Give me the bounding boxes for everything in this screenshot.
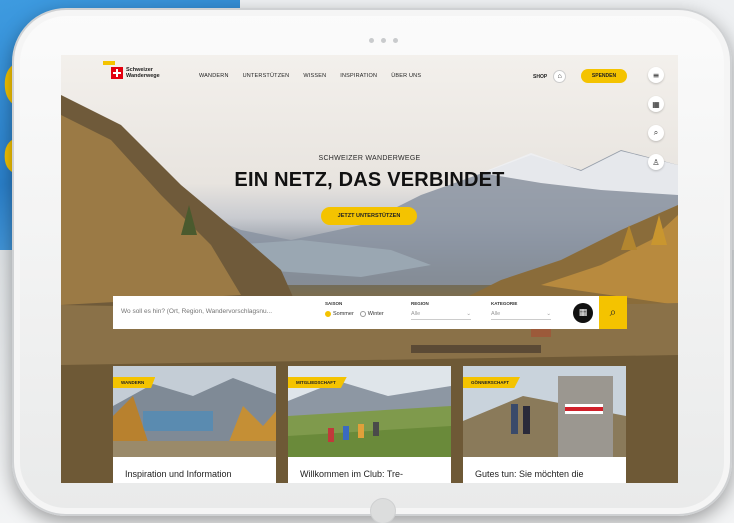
region-select[interactable]: Alle ⌄ (411, 311, 471, 320)
shop-label[interactable]: SHOP (533, 74, 547, 80)
nav-item-unterstuetzen[interactable]: UNTERSTÜTZEN (243, 73, 290, 79)
menu-icon[interactable]: ≡ (648, 67, 664, 83)
season-winter-radio[interactable]: Winter (359, 311, 384, 317)
card-goennerschaft[interactable]: GÖNNERSCHAFT Gutes tun: Sie möchten die (463, 366, 626, 483)
logo[interactable]: Schweizer Wanderwege (103, 61, 160, 79)
nav-item-inspiration[interactable]: INSPIRATION (340, 73, 377, 79)
card-wandern[interactable]: WANDERN Inspiration und Information (113, 366, 276, 483)
card-title: Gutes tun: Sie möchten die (475, 469, 584, 479)
card-title: Inspiration und Information (125, 469, 232, 479)
category-select[interactable]: Alle ⌄ (491, 311, 551, 320)
cart-icon[interactable]: ⌂ (553, 70, 567, 83)
map-view-button[interactable]: ▦ (573, 303, 593, 323)
swiss-flag-icon (103, 61, 123, 79)
season-filter: SAISON Sommer Winter (325, 301, 384, 317)
shop-link[interactable]: SHOP ⌂ (533, 70, 567, 83)
card-title: Willkommen im Club: Tre- (300, 469, 404, 479)
nav-item-wandern[interactable]: WANDERN (199, 73, 229, 79)
search-button[interactable]: ⌕ (599, 296, 627, 329)
nav-item-ueber-uns[interactable]: ÜBER UNS (391, 73, 421, 79)
tablet-screen: Schweizer Wanderwege WANDERN UNTERSTÜTZE… (61, 55, 678, 483)
nav-item-wissen[interactable]: WISSEN (303, 73, 326, 79)
hero-headline: EIN NETZ, DAS VERBINDET (234, 169, 505, 191)
chevron-down-icon: ⌄ (466, 311, 471, 317)
search-input[interactable] (121, 308, 311, 315)
card-tag: WANDERN (113, 377, 156, 388)
region-label: REGION (411, 301, 429, 306)
search-icon[interactable]: ⌕ (648, 125, 664, 141)
hero-kicker: SCHWEIZER WANDERWEGE (318, 155, 421, 162)
chevron-down-icon: ⌄ (546, 311, 551, 317)
season-summer-radio[interactable]: Sommer (325, 311, 354, 317)
card-tag: GÖNNERSCHAFT (463, 377, 520, 388)
season-label: SAISON (325, 301, 343, 306)
region-filter: REGION Alle ⌄ (411, 301, 471, 320)
card-tag: MITGLIEDSCHAFT (288, 377, 347, 388)
category-label: KATEGORIE (491, 301, 518, 306)
logo-text: Schweizer Wanderwege (126, 67, 160, 79)
hike-search-bar: SAISON Sommer Winter REGION Alle⌄ KATEGO… (113, 296, 627, 329)
card-image: GÖNNERSCHAFT (463, 366, 626, 457)
donate-button[interactable]: SPENDEN (581, 69, 627, 83)
home-button[interactable] (370, 498, 396, 523)
card-mitgliedschaft[interactable]: MITGLIEDSCHAFT Willkommen im Club: Tre- (288, 366, 451, 483)
category-filter: KATEGORIE Alle ⌄ (491, 301, 551, 320)
card-image: WANDERN (113, 366, 276, 457)
card-image: MITGLIEDSCHAFT (288, 366, 451, 457)
camera-dots (369, 38, 409, 46)
map-icon[interactable]: ▦ (648, 96, 664, 112)
site-header: Schweizer Wanderwege WANDERN UNTERSTÜTZE… (61, 55, 678, 97)
support-now-button[interactable]: JETZT UNTERSTÜTZEN (321, 207, 417, 225)
main-nav: WANDERN UNTERSTÜTZEN WISSEN INSPIRATION … (199, 73, 421, 79)
